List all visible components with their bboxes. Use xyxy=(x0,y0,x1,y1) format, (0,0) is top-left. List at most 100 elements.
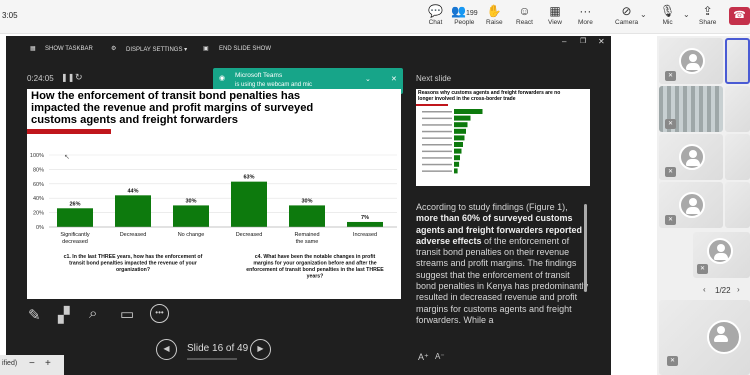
mic-button[interactable]: 🎙 Mic xyxy=(660,4,675,26)
phone-hangup-icon: ☎ xyxy=(733,10,746,21)
data-label: 63% xyxy=(243,175,254,181)
toast-title: Microsoft Teams xyxy=(235,72,283,79)
participant-tile[interactable] xyxy=(725,182,750,228)
next-slide-button[interactable]: ▶ xyxy=(250,339,271,360)
teams-icon: ◉ xyxy=(219,75,226,82)
chart-bar xyxy=(173,205,209,227)
minimize-icon[interactable]: – xyxy=(562,37,566,46)
avatar xyxy=(679,192,705,218)
participant-tile[interactable] xyxy=(725,134,750,180)
camera-button[interactable]: ⊘ Camera xyxy=(615,4,638,26)
camera-chevron-icon[interactable]: ⌄ xyxy=(640,10,647,19)
x-axis-title: c4. What have been the notable changes i… xyxy=(255,254,376,260)
end-slide-show-button[interactable]: END SLIDE SHOW xyxy=(219,46,271,52)
close-icon[interactable]: ✕ xyxy=(598,37,605,46)
view-button[interactable]: ▦ View xyxy=(548,4,562,26)
page-indicator: 1/22 xyxy=(715,286,731,295)
speaker-notes: According to study findings (Figure 1), … xyxy=(416,202,590,348)
bar-chart: 100% 80% 60% 40% 20% 0% 26% Significantlydecrea… xyxy=(30,153,397,280)
font-decrease-icon[interactable]: A⁻ xyxy=(435,352,445,361)
mini-bar xyxy=(454,109,483,114)
mini-bar xyxy=(454,128,466,134)
participant-tile[interactable] xyxy=(725,38,750,84)
avatar xyxy=(679,144,705,170)
muted-mic-icon: ✕ xyxy=(667,356,678,366)
slide-counter: Slide 16 of 49 xyxy=(187,343,249,354)
people-button[interactable]: 👥199 People xyxy=(451,4,478,26)
toast-body: is using the webcam and mic xyxy=(235,82,313,88)
pen-icon[interactable]: ✎ xyxy=(28,306,41,324)
notes-text-end: of the enforcement of transit bond penal… xyxy=(416,235,589,325)
view-label: View xyxy=(548,19,562,26)
participant-video[interactable]: ✕ xyxy=(659,86,723,132)
title-accent-bar xyxy=(27,129,111,134)
raise-label: Raise xyxy=(486,19,503,26)
y-tick-label: 80% xyxy=(33,167,44,173)
smile-icon: ☺ xyxy=(518,4,531,18)
mic-chevron-icon[interactable]: ⌄ xyxy=(683,10,690,19)
previous-page-icon[interactable]: ‹ xyxy=(703,285,706,294)
participant-tile[interactable]: ✕ xyxy=(659,134,723,180)
more-button[interactable]: ··· More xyxy=(578,4,593,26)
mini-bar xyxy=(454,122,468,128)
react-button[interactable]: ☺ React xyxy=(516,4,533,26)
chat-icon: 💬 xyxy=(428,4,443,18)
mini-category-label xyxy=(422,150,452,153)
participant-tile[interactable] xyxy=(725,86,750,132)
meeting-time: 3:05 xyxy=(2,11,18,20)
slide-timer: 0:24:05 xyxy=(27,74,54,83)
chart-bar xyxy=(115,195,151,227)
more-options-icon[interactable]: ••• xyxy=(150,304,169,323)
share-icon: ⇪ xyxy=(702,4,713,18)
end-show-icon: ▣ xyxy=(203,46,209,52)
mini-bar xyxy=(454,161,460,167)
data-label: 30% xyxy=(185,198,196,204)
next-slide-accent xyxy=(416,104,448,106)
next-page-icon[interactable]: › xyxy=(737,285,740,294)
pointer-screen-icon[interactable]: ▭ xyxy=(120,305,134,323)
react-label: React xyxy=(516,19,533,26)
mini-category-label xyxy=(422,124,452,126)
font-increase-icon[interactable]: A⁺ xyxy=(418,352,429,363)
show-taskbar-button[interactable]: SHOW TASKBAR xyxy=(45,46,93,52)
avatar xyxy=(679,48,705,74)
reset-timer-icon[interactable]: ↻ xyxy=(75,72,83,83)
muted-mic-icon: ✕ xyxy=(697,264,708,274)
zoom-icon[interactable]: ⌕ xyxy=(89,305,97,322)
x-axis-title: enforcement of transit bond penalties in… xyxy=(246,267,384,273)
toast-close-icon[interactable]: ✕ xyxy=(391,75,397,83)
previous-slide-button[interactable]: ◀ xyxy=(156,339,177,360)
settings-icon: ⚙ xyxy=(111,46,117,52)
share-button[interactable]: ⇪ Share xyxy=(699,4,716,26)
people-icon: 👥199 xyxy=(451,4,478,18)
mic-icon: 🎙 xyxy=(660,4,676,18)
mini-category-label xyxy=(422,130,452,133)
notes-scrollbar[interactable] xyxy=(584,204,587,292)
participant-tile[interactable]: ✕ xyxy=(659,38,723,84)
category-label: decreased xyxy=(62,239,88,245)
category-label: the same xyxy=(296,239,319,245)
restore-icon[interactable]: ❐ xyxy=(580,37,586,45)
people-label: People xyxy=(454,19,475,26)
zoom-in-button[interactable]: + xyxy=(45,358,51,369)
leave-button[interactable]: ☎ xyxy=(729,7,750,25)
mini-category-label xyxy=(422,157,452,159)
participant-tile[interactable]: ✕ xyxy=(659,182,723,228)
chat-label: Chat xyxy=(428,19,443,26)
category-label: No change xyxy=(178,232,205,238)
raise-button[interactable]: ✋ Raise xyxy=(486,4,503,26)
chat-button[interactable]: 💬 Chat xyxy=(428,4,443,26)
share-label: Share xyxy=(699,19,717,26)
next-slide-preview[interactable]: Reasons why customs agents and freight f… xyxy=(416,89,590,186)
self-view-tile[interactable]: ✕ xyxy=(659,300,750,375)
participant-tile[interactable]: ✕ xyxy=(693,232,750,278)
pause-icon[interactable]: ❚❚ xyxy=(61,73,74,82)
zoom-out-button[interactable]: − xyxy=(29,358,35,369)
zoom-label: ified) xyxy=(2,360,18,367)
slide-title: How the enforcement of transit bond pena… xyxy=(31,90,314,126)
display-settings-button[interactable]: DISPLAY SETTINGS ▾ xyxy=(126,46,187,53)
all-slides-icon[interactable]: ▞ xyxy=(58,306,70,324)
y-tick-label: 100% xyxy=(30,153,44,159)
mini-bar xyxy=(454,142,463,147)
chevron-down-icon[interactable]: ⌄ xyxy=(365,75,371,83)
